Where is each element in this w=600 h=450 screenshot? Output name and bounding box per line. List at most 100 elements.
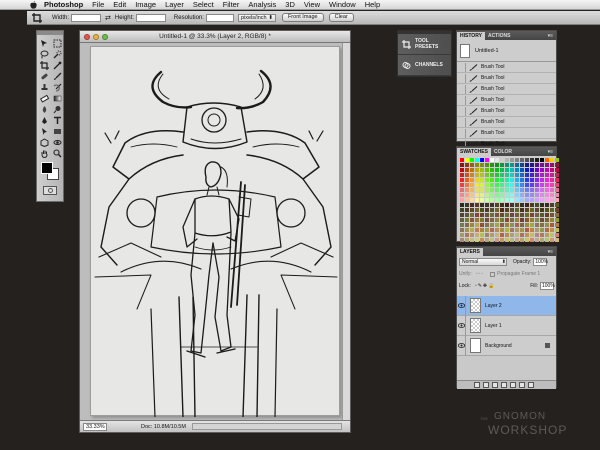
eyedropper-tool-icon[interactable] [52, 60, 63, 70]
swatch[interactable] [555, 173, 559, 177]
swatch[interactable] [525, 223, 529, 227]
swatch[interactable] [470, 218, 474, 222]
swatch[interactable] [480, 238, 484, 242]
artboard[interactable] [90, 46, 340, 418]
swatch[interactable] [465, 173, 469, 177]
swatch[interactable] [520, 238, 524, 242]
swatch[interactable] [555, 178, 559, 182]
swatch[interactable] [525, 218, 529, 222]
history-source-checkbox[interactable] [457, 62, 466, 72]
swatch[interactable] [535, 213, 539, 217]
swatch[interactable] [500, 188, 504, 192]
swatch[interactable] [550, 168, 554, 172]
swatch[interactable] [540, 163, 544, 167]
tab-history[interactable]: HISTORY [457, 32, 485, 40]
menu-filter[interactable]: Filter [223, 0, 240, 10]
swatch[interactable] [550, 203, 554, 207]
swatch[interactable] [460, 183, 464, 187]
swatch[interactable] [475, 213, 479, 217]
swatch[interactable] [530, 228, 534, 232]
swatch[interactable] [470, 208, 474, 212]
swatch[interactable] [510, 163, 514, 167]
blend-mode-select[interactable]: Normal ⬍ [459, 258, 507, 266]
swatch[interactable] [475, 198, 479, 202]
swatch[interactable] [490, 173, 494, 177]
swatch[interactable] [505, 223, 509, 227]
swatch[interactable] [465, 178, 469, 182]
swatch[interactable] [540, 193, 544, 197]
swatch[interactable] [555, 223, 559, 227]
swatch[interactable] [520, 178, 524, 182]
tab-layers[interactable]: LAYERS [457, 248, 483, 256]
swatch[interactable] [480, 213, 484, 217]
swatch[interactable] [535, 188, 539, 192]
swatch[interactable] [495, 168, 499, 172]
history-brush-tool-icon[interactable] [52, 82, 63, 92]
layer-row[interactable]: Background [457, 335, 556, 356]
swatch[interactable] [495, 183, 499, 187]
menu-select[interactable]: Select [193, 0, 214, 10]
swatch[interactable] [510, 198, 514, 202]
history-source-checkbox[interactable] [457, 84, 466, 94]
swatch[interactable] [515, 173, 519, 177]
swatch[interactable] [460, 198, 464, 202]
swatch[interactable] [525, 198, 529, 202]
swatch[interactable] [550, 158, 554, 162]
swatch[interactable] [465, 203, 469, 207]
swatch[interactable] [520, 158, 524, 162]
swatch[interactable] [465, 213, 469, 217]
swatch[interactable] [510, 183, 514, 187]
swatch[interactable] [555, 183, 559, 187]
swatch[interactable] [545, 173, 549, 177]
menu-file[interactable]: File [92, 0, 104, 10]
swatch[interactable] [475, 178, 479, 182]
swatch[interactable] [505, 188, 509, 192]
swatch[interactable] [500, 213, 504, 217]
swatch[interactable] [515, 168, 519, 172]
swatch[interactable] [480, 163, 484, 167]
swatch[interactable] [480, 158, 484, 162]
swatch[interactable] [550, 178, 554, 182]
swatch[interactable] [540, 178, 544, 182]
swatch[interactable] [460, 223, 464, 227]
swatch[interactable] [480, 218, 484, 222]
swatch[interactable] [510, 158, 514, 162]
swatch[interactable] [480, 173, 484, 177]
layers-menu-icon[interactable]: ▾≡ [548, 249, 553, 255]
swatch[interactable] [460, 228, 464, 232]
swatch[interactable] [555, 233, 559, 237]
swatch[interactable] [520, 173, 524, 177]
swatch[interactable] [475, 173, 479, 177]
swatch[interactable] [555, 168, 559, 172]
tool-presets-button[interactable]: TOOL PRESETS [398, 34, 451, 55]
swatch[interactable] [545, 228, 549, 232]
swatch[interactable] [460, 208, 464, 212]
move-tool-icon[interactable] [39, 38, 50, 48]
swatch[interactable] [475, 208, 479, 212]
swatch[interactable] [485, 198, 489, 202]
swatch[interactable] [505, 193, 509, 197]
swatch[interactable] [500, 228, 504, 232]
swatch[interactable] [535, 168, 539, 172]
swatch[interactable] [495, 213, 499, 217]
swatch[interactable] [495, 178, 499, 182]
swatch[interactable] [520, 188, 524, 192]
swatch[interactable] [490, 188, 494, 192]
swatch[interactable] [520, 218, 524, 222]
swatch[interactable] [485, 238, 489, 242]
swatch[interactable] [505, 203, 509, 207]
swatch[interactable] [530, 203, 534, 207]
swatch[interactable] [535, 193, 539, 197]
swatch[interactable] [520, 193, 524, 197]
swatch[interactable] [540, 208, 544, 212]
swatch[interactable] [480, 168, 484, 172]
swatch[interactable] [520, 223, 524, 227]
swatch[interactable] [470, 163, 474, 167]
healing-brush-tool-icon[interactable] [39, 71, 50, 81]
link-layers-icon[interactable] [473, 382, 480, 388]
swatch[interactable] [505, 233, 509, 237]
swatch[interactable] [495, 238, 499, 242]
swatch[interactable] [540, 218, 544, 222]
swatch[interactable] [515, 183, 519, 187]
swatch[interactable] [495, 223, 499, 227]
